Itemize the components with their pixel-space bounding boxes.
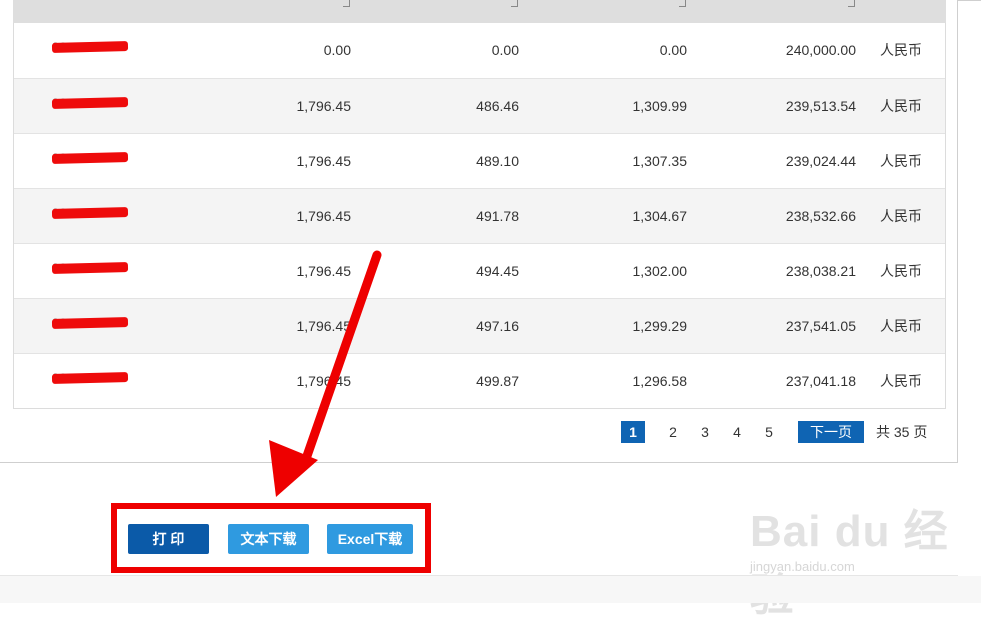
arrow-shaft <box>302 250 382 461</box>
annotation-arrow-icon <box>269 250 382 497</box>
